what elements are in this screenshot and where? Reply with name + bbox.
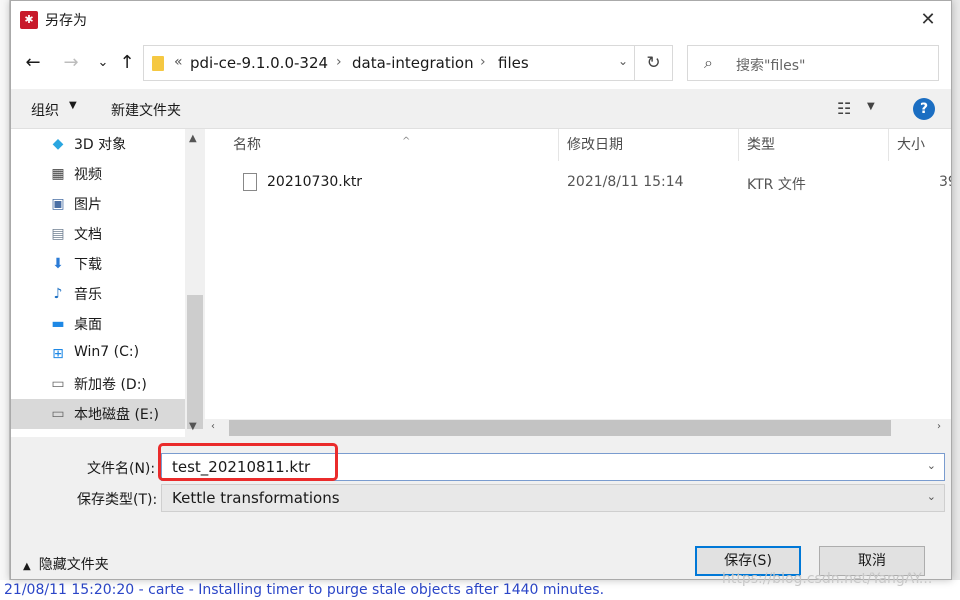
- windows-drive-icon: ⊞: [52, 346, 64, 362]
- file-name: 20210730.ktr: [267, 174, 363, 190]
- sidebar-item-label: 本地磁盘 (E:): [74, 407, 159, 423]
- save-as-dialog: ✱ 另存为 ✕ ← → ⌄ ↑ « pdi-ce-9.1.0.0-324 › d…: [10, 0, 952, 580]
- hide-folders-toggle[interactable]: ▲ 隐藏文件夹: [23, 554, 109, 574]
- drive-icon: ▭: [51, 376, 65, 392]
- filetype-label: 保存类型(T):: [77, 492, 158, 508]
- sidebar-item-pictures[interactable]: ▣ 图片: [11, 189, 185, 219]
- view-options-icon[interactable]: ☷: [837, 99, 851, 118]
- file-icon: [243, 173, 257, 191]
- breadcrumb-files[interactable]: files: [498, 54, 529, 72]
- scrollbar-thumb[interactable]: [187, 295, 203, 429]
- picture-icon: ▣: [51, 196, 65, 212]
- desktop-icon: ▬: [51, 316, 65, 332]
- scroll-up-icon[interactable]: ▲: [189, 133, 197, 144]
- sidebar-scrollbar[interactable]: ▲ ▼: [185, 129, 205, 437]
- navigation-bar: ← → ⌄ ↑ « pdi-ce-9.1.0.0-324 › data-inte…: [11, 39, 951, 89]
- sidebar-item-label: 桌面: [74, 317, 102, 333]
- sidebar-item-label: 文档: [74, 227, 102, 243]
- recent-locations-button[interactable]: ⌄: [91, 51, 115, 75]
- column-header-name[interactable]: 名称 ^: [225, 129, 559, 161]
- file-size: 39: [939, 174, 951, 190]
- download-icon: ⬇: [52, 256, 64, 272]
- filetype-select[interactable]: Kettle transformations ⌄: [161, 484, 945, 512]
- navigation-pane: ◆ 3D 对象 ▦ 视频 ▣ 图片 ▤ 文档 ⬇ 下载 ♪ 音乐 ▬ 桌面 ⊞: [11, 129, 185, 437]
- column-header-modified[interactable]: 修改日期: [559, 129, 739, 161]
- address-bar[interactable]: « pdi-ce-9.1.0.0-324 › data-integration …: [143, 45, 673, 81]
- cube-icon: ◆: [52, 136, 64, 152]
- sidebar-item-label: 3D 对象: [74, 137, 127, 153]
- sidebar-item-label: Win7 (C:): [74, 344, 140, 360]
- breadcrumb-overflow[interactable]: «: [174, 54, 183, 70]
- search-icon: ⌕: [704, 53, 713, 72]
- sidebar-item-label: 新加卷 (D:): [74, 377, 147, 393]
- organize-button[interactable]: 组织: [31, 100, 59, 120]
- sidebar-item-music[interactable]: ♪ 音乐: [11, 279, 185, 309]
- watermark-text: https://blog.csdn.net/YangAY...: [722, 571, 933, 587]
- close-button[interactable]: ✕: [905, 1, 951, 39]
- help-icon[interactable]: ?: [913, 98, 935, 120]
- app-icon: ✱: [20, 11, 38, 29]
- scroll-left-icon[interactable]: ‹: [211, 421, 215, 432]
- folder-icon: [152, 56, 164, 71]
- scroll-down-icon[interactable]: ▼: [189, 421, 197, 432]
- back-button[interactable]: ←: [21, 51, 45, 75]
- sidebar-item-videos[interactable]: ▦ 视频: [11, 159, 185, 189]
- address-dropdown-icon[interactable]: ⌄: [618, 54, 628, 68]
- sidebar-item-label: 视频: [74, 167, 102, 183]
- sidebar-item-drive-e[interactable]: ▭ 本地磁盘 (E:): [11, 399, 185, 429]
- breadcrumb-separator[interactable]: ›: [480, 54, 486, 70]
- sidebar-item-drive-c[interactable]: ⊞ Win7 (C:): [11, 339, 185, 369]
- chevron-down-icon[interactable]: ⌄: [927, 459, 936, 472]
- chevron-down-icon[interactable]: ▼: [867, 101, 875, 112]
- search-box[interactable]: ⌕ 搜索"files": [687, 45, 939, 81]
- scrollbar-thumb[interactable]: [229, 420, 891, 436]
- scroll-right-icon[interactable]: ›: [937, 421, 941, 432]
- chevron-up-icon: ▲: [23, 561, 31, 572]
- breadcrumb-pdi[interactable]: pdi-ce-9.1.0.0-324: [190, 54, 328, 72]
- breadcrumb-separator[interactable]: ›: [336, 54, 342, 70]
- column-header-type[interactable]: 类型: [739, 129, 889, 161]
- column-header-size[interactable]: 大小: [889, 129, 951, 161]
- filename-label: 文件名(N):: [87, 461, 156, 477]
- sidebar-item-documents[interactable]: ▤ 文档: [11, 219, 185, 249]
- file-row[interactable]: 20210730.ktr 2021/8/11 15:14 KTR 文件 39: [205, 169, 951, 197]
- annotation-highlight-box: [158, 443, 338, 481]
- dialog-title: 另存为: [45, 13, 87, 29]
- hide-folders-label: 隐藏文件夹: [38, 557, 109, 573]
- sidebar-item-drive-d[interactable]: ▭ 新加卷 (D:): [11, 369, 185, 399]
- horizontal-scrollbar[interactable]: ‹ ›: [205, 419, 951, 437]
- file-list: 名称 ^ 修改日期 类型 大小 20210730.ktr 2021/8/11 1…: [205, 129, 951, 419]
- filetype-value: Kettle transformations: [172, 489, 340, 507]
- filetype-row: 保存类型(T): Kettle transformations ⌄: [11, 484, 951, 512]
- background-left-strip: [0, 0, 10, 600]
- sidebar-item-3d-objects[interactable]: ◆ 3D 对象: [11, 129, 185, 159]
- sidebar-item-label: 下载: [74, 257, 102, 273]
- column-header-label: 名称: [233, 137, 261, 153]
- background-log-text: 21/08/11 15:20:20 - carte - Installing t…: [4, 582, 605, 598]
- title-bar: ✱ 另存为 ✕: [11, 1, 951, 39]
- sidebar-item-downloads[interactable]: ⬇ 下载: [11, 249, 185, 279]
- drive-icon: ▭: [51, 406, 65, 422]
- film-icon: ▦: [51, 166, 65, 182]
- up-button[interactable]: ↑: [115, 51, 139, 75]
- sidebar-item-label: 图片: [74, 197, 102, 213]
- refresh-button[interactable]: ↻: [634, 46, 672, 80]
- new-folder-button[interactable]: 新建文件夹: [111, 100, 181, 120]
- sidebar-item-label: 音乐: [74, 287, 102, 303]
- forward-button[interactable]: →: [59, 51, 83, 75]
- search-input[interactable]: 搜索"files": [736, 55, 806, 75]
- sort-ascending-icon: ^: [402, 136, 411, 147]
- chevron-down-icon[interactable]: ⌄: [927, 490, 936, 503]
- file-type: KTR 文件: [747, 177, 806, 193]
- filename-row: 文件名(N): test_20210811.ktr ⌄: [11, 453, 951, 481]
- command-toolbar: 组织 ▼ 新建文件夹 ☷ ▼ ?: [11, 89, 951, 129]
- document-icon: ▤: [51, 226, 65, 242]
- music-icon: ♪: [53, 286, 63, 302]
- chevron-down-icon[interactable]: ▼: [69, 100, 77, 111]
- breadcrumb-data-integration[interactable]: data-integration: [352, 54, 474, 72]
- file-modified: 2021/8/11 15:14: [567, 174, 684, 190]
- sidebar-item-desktop[interactable]: ▬ 桌面: [11, 309, 185, 339]
